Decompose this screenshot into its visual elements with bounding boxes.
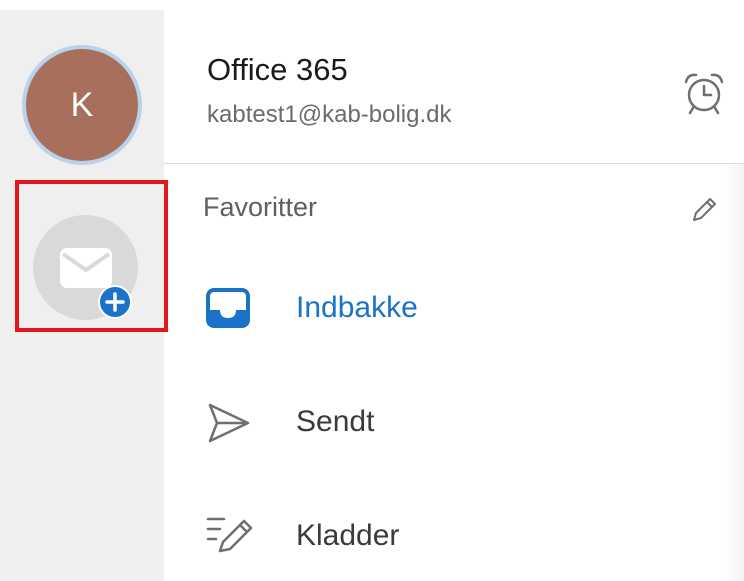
mail-icon [60, 248, 112, 288]
folder-drafts[interactable]: Kladder [164, 497, 724, 577]
account-folder-drawer: K Office 365 kabtest1@kab-bolig.dk Favor… [0, 0, 744, 581]
folder-inbox[interactable]: Indbakke [164, 268, 724, 348]
avatar-initial: K [70, 85, 94, 124]
folder-sent[interactable]: Sendt [164, 383, 724, 463]
alarm-clock-icon[interactable] [680, 70, 728, 118]
folder-drafts-label: Kladder [296, 519, 400, 552]
pencil-edit-icon[interactable] [688, 194, 720, 226]
add-account-button[interactable] [33, 215, 138, 320]
favorites-heading: Favoritter [203, 192, 318, 222]
drafts-icon [206, 517, 253, 553]
account-name: Office 365 [207, 52, 348, 87]
header-divider [164, 163, 744, 164]
folder-inbox-label: Indbakke [296, 291, 418, 324]
content-edge-shadow [724, 164, 744, 581]
account-email: kabtest1@kab-bolig.dk [207, 101, 452, 128]
send-icon [208, 403, 250, 443]
account-rail: K [0, 10, 164, 581]
plus-icon [98, 285, 132, 319]
folder-sent-label: Sendt [296, 405, 375, 438]
account-avatar[interactable]: K [26, 49, 138, 161]
inbox-icon [206, 288, 250, 328]
